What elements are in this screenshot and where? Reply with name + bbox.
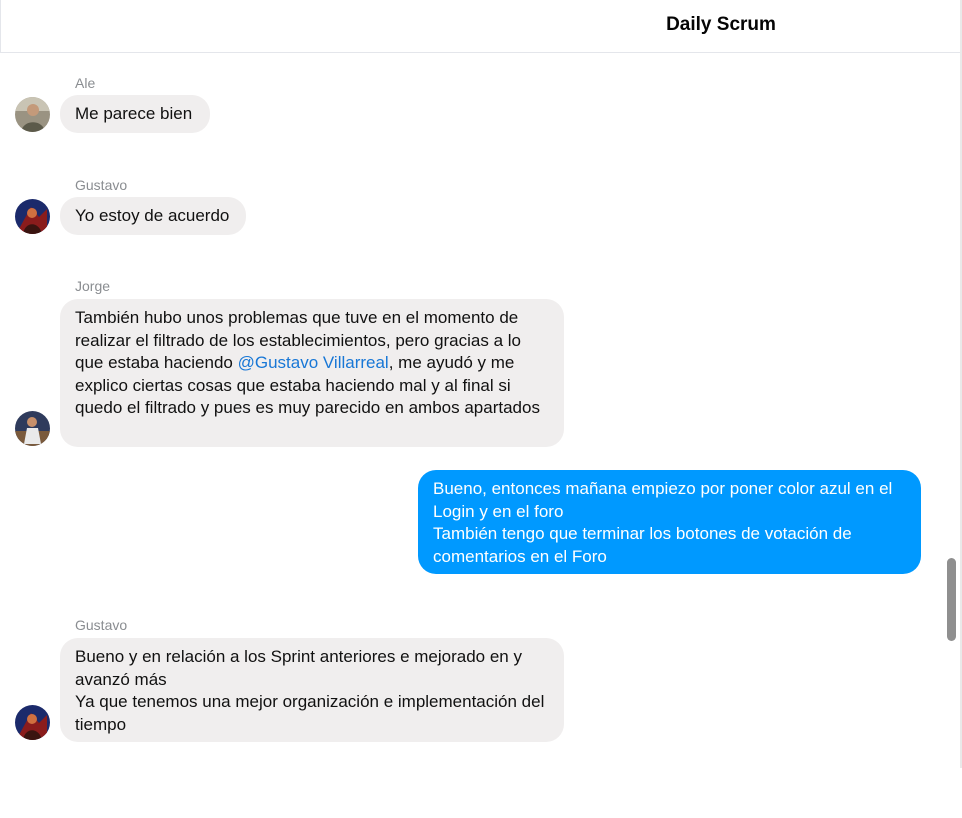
avatar-jorge[interactable]	[15, 411, 50, 446]
sender-name: Ale	[75, 75, 96, 91]
avatar-ale[interactable]	[15, 97, 50, 132]
avatar-gustavo[interactable]	[15, 199, 50, 234]
message-thread[interactable]: Ale Me parece bien Gustavo Yo estoy de a…	[0, 53, 945, 768]
avatar-gustavo[interactable]	[15, 705, 50, 740]
message-bubble[interactable]: También hubo unos problemas que tuve en …	[60, 299, 564, 447]
sender-name: Gustavo	[75, 177, 128, 193]
message-bubble[interactable]: Yo estoy de acuerdo	[60, 197, 246, 235]
message-bubble[interactable]: Bueno y en relación a los Sprint anterio…	[60, 638, 564, 742]
thread-scrollbar[interactable]	[945, 53, 960, 768]
scrollbar-thumb[interactable]	[947, 558, 956, 641]
message-bubble[interactable]: Me parece bien	[60, 95, 210, 133]
sender-name: Gustavo	[75, 617, 128, 633]
outgoing-message-bubble[interactable]: Bueno, entonces mañana empiezo por poner…	[418, 470, 921, 574]
conversation-title: Daily Scrum	[666, 14, 776, 35]
user-mention-link[interactable]: @Gustavo Villarreal	[238, 353, 389, 372]
sender-name: Jorge	[75, 278, 111, 294]
chat-header: Daily Scrum	[0, 0, 961, 53]
